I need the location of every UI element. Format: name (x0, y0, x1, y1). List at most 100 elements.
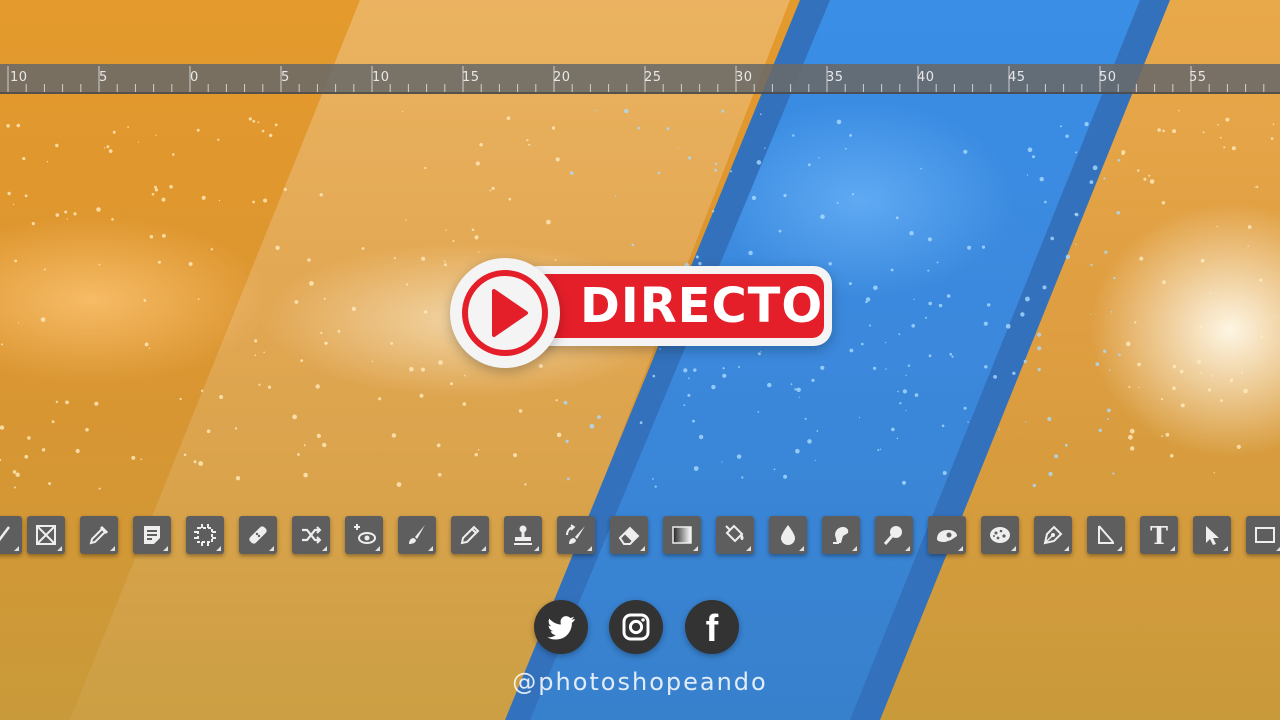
sparkle (1065, 254, 1071, 260)
sparkle (851, 193, 855, 196)
sparkle (688, 156, 692, 160)
sparkle (193, 460, 197, 464)
history-brush-tool[interactable] (557, 516, 595, 554)
sparkle (963, 149, 968, 154)
sparkle (816, 430, 819, 432)
smudge-tool[interactable] (822, 516, 860, 554)
sparkle (1273, 314, 1276, 317)
sparkle (820, 214, 825, 219)
note-tool[interactable] (133, 516, 171, 554)
sparkle (1220, 316, 1225, 320)
sparkle (257, 121, 260, 124)
sparkle (462, 402, 467, 406)
sparkle (16, 123, 21, 128)
sparkle (234, 427, 238, 430)
sparkle (1032, 155, 1035, 159)
sparkle (1172, 386, 1176, 391)
blur-tool[interactable] (769, 516, 807, 554)
sparkle (683, 404, 686, 406)
freeform-tool[interactable] (1087, 516, 1125, 554)
sparkle (902, 389, 908, 394)
burn-tool[interactable] (928, 516, 966, 554)
sparkle (263, 351, 265, 354)
sparkle (464, 374, 466, 377)
ruler-label: 20 (553, 70, 571, 85)
gradient-tool[interactable] (663, 516, 701, 554)
eyedropper-tool[interactable] (80, 516, 118, 554)
path-selection-tool[interactable] (1193, 516, 1231, 554)
sparkle (1172, 364, 1177, 369)
type-tool[interactable]: T (1140, 516, 1178, 554)
sparkle (283, 187, 287, 191)
sparkle (98, 487, 101, 490)
sparkle (692, 419, 695, 423)
sparkle (479, 143, 483, 147)
sparkle (393, 257, 396, 260)
sparkle (111, 218, 114, 221)
sparkle (112, 130, 116, 134)
eyedropper-icon (89, 525, 109, 545)
sparkle (258, 383, 261, 386)
sparkle (589, 423, 595, 429)
sparkle (474, 453, 478, 457)
sparkle (254, 354, 257, 357)
dodge-tool[interactable] (875, 516, 913, 554)
sparkle (1259, 278, 1263, 282)
sparkle (808, 163, 811, 167)
sparkle (73, 212, 77, 216)
content-aware-move-tool[interactable] (292, 516, 330, 554)
red-eye-tool[interactable] (345, 516, 383, 554)
sparkle (1025, 421, 1027, 423)
sparkle (1121, 152, 1125, 156)
sparkle (1148, 174, 1151, 177)
lasso-tool[interactable] (0, 516, 22, 554)
sparkle (657, 171, 661, 175)
facebook-button[interactable]: f (685, 600, 739, 654)
sparkle (198, 461, 204, 466)
sparkle (1090, 313, 1092, 315)
live-badge[interactable]: DIRECTO (450, 258, 832, 368)
sparkle (217, 138, 220, 141)
sparkle (1027, 147, 1033, 153)
sparkle (1157, 128, 1161, 132)
eraser-tool[interactable] (610, 516, 648, 554)
sparkle (444, 263, 447, 267)
sparkle (639, 421, 643, 425)
sparkle (879, 448, 882, 450)
sparkle (849, 348, 854, 353)
sparkle (196, 128, 200, 132)
pen-tool[interactable] (1034, 516, 1072, 554)
twitter-button[interactable] (534, 600, 588, 654)
sparkle (711, 384, 716, 390)
instagram-button[interactable] (609, 600, 663, 654)
sparkle (1137, 169, 1140, 172)
sparkle (1128, 434, 1133, 440)
sparkle (1143, 177, 1147, 181)
sparkle (518, 409, 523, 413)
stamp-tool[interactable] (504, 516, 542, 554)
rectangle-tool[interactable] (1246, 516, 1280, 554)
sparkle (820, 365, 825, 370)
bandage-tool[interactable] (239, 516, 277, 554)
sparkle (551, 126, 556, 130)
patch-tool[interactable] (186, 516, 224, 554)
sponge-tool[interactable] (981, 516, 1019, 554)
brush-tool[interactable] (398, 516, 436, 554)
pencil-icon (460, 525, 480, 545)
sparkle (169, 185, 173, 189)
sparkle (51, 420, 55, 424)
sparkle (736, 454, 742, 459)
sparkle (513, 453, 517, 458)
sparkle (1103, 349, 1107, 353)
sparkle (450, 382, 453, 386)
sparkle (1225, 117, 1230, 122)
sparkle (1042, 285, 1047, 290)
frame-icon (36, 525, 56, 545)
frame-tool[interactable] (27, 516, 65, 554)
sparkle (294, 300, 299, 304)
sparkle (337, 329, 341, 333)
paint-bucket-tool[interactable] (716, 516, 754, 554)
sparkle (7, 191, 11, 196)
pencil-tool[interactable] (451, 516, 489, 554)
sparkle (987, 303, 991, 307)
